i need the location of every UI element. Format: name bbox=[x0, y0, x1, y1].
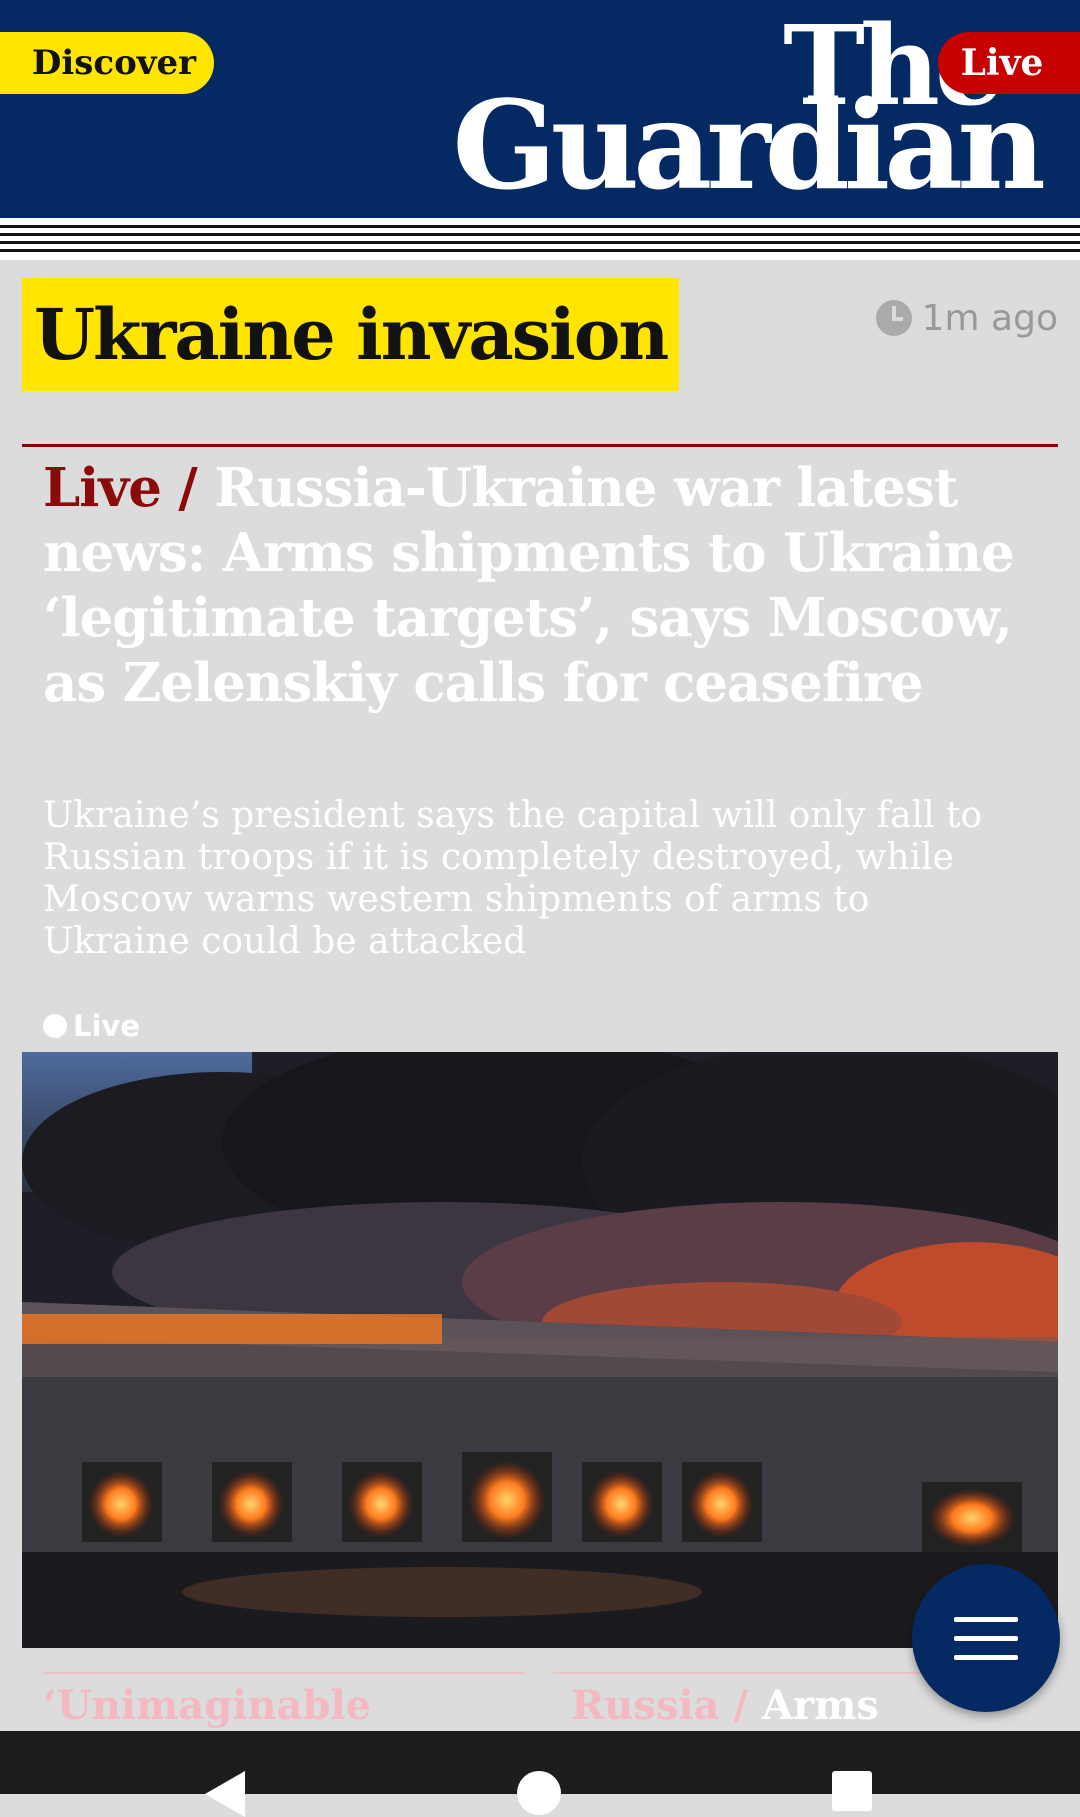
timestamp: 1m ago bbox=[875, 294, 1058, 342]
guardian-header: Discover The Guardian Live bbox=[0, 0, 1080, 218]
recents-icon[interactable] bbox=[832, 1771, 872, 1811]
header-divider-rules bbox=[0, 218, 1080, 260]
home-icon[interactable] bbox=[517, 1771, 561, 1815]
article-standfirst: Ukraine’s president says the capital wil… bbox=[43, 795, 983, 962]
menu-icon-bar-3 bbox=[954, 1654, 1018, 1660]
teaser-right-headline[interactable]: Russia / Arms bbox=[571, 1682, 879, 1729]
timestamp-text: 1m ago bbox=[921, 297, 1058, 339]
back-icon[interactable] bbox=[205, 1771, 245, 1817]
headline-top-rule bbox=[22, 444, 1058, 447]
teaser-left-rule bbox=[43, 1672, 525, 1674]
live-indicator-text: Live bbox=[73, 1009, 140, 1043]
article-photo[interactable] bbox=[22, 1052, 1058, 1648]
menu-button[interactable] bbox=[912, 1564, 1060, 1712]
system-navigation-bar bbox=[0, 1731, 1080, 1817]
logo-line-guardian: Guardian bbox=[452, 73, 1046, 217]
live-button[interactable]: Live bbox=[938, 32, 1080, 94]
section-tag[interactable]: Ukraine invasion bbox=[22, 278, 680, 391]
clock-icon bbox=[875, 300, 912, 336]
menu-icon-bar-1 bbox=[954, 1616, 1018, 1622]
teaser-left-headline[interactable]: ‘Unimaginable bbox=[43, 1682, 371, 1729]
live-label: Live bbox=[960, 42, 1044, 84]
teaser-right-kicker: Russia / bbox=[571, 1682, 749, 1729]
discover-label: Discover bbox=[31, 43, 197, 83]
live-dot-icon bbox=[43, 1014, 67, 1038]
headline-kicker: Live / bbox=[43, 457, 198, 519]
burning-warehouse-photo-icon bbox=[22, 1052, 1058, 1648]
discover-button[interactable]: Discover bbox=[0, 32, 214, 94]
guardian-logo[interactable]: The Guardian bbox=[440, 6, 1046, 211]
live-indicator: Live bbox=[43, 1008, 140, 1044]
article-headline[interactable]: Live / Russia-Ukraine war latest news: A… bbox=[43, 456, 1043, 716]
menu-icon-bar-2 bbox=[954, 1635, 1018, 1641]
teaser-right-title: Arms bbox=[761, 1682, 879, 1729]
